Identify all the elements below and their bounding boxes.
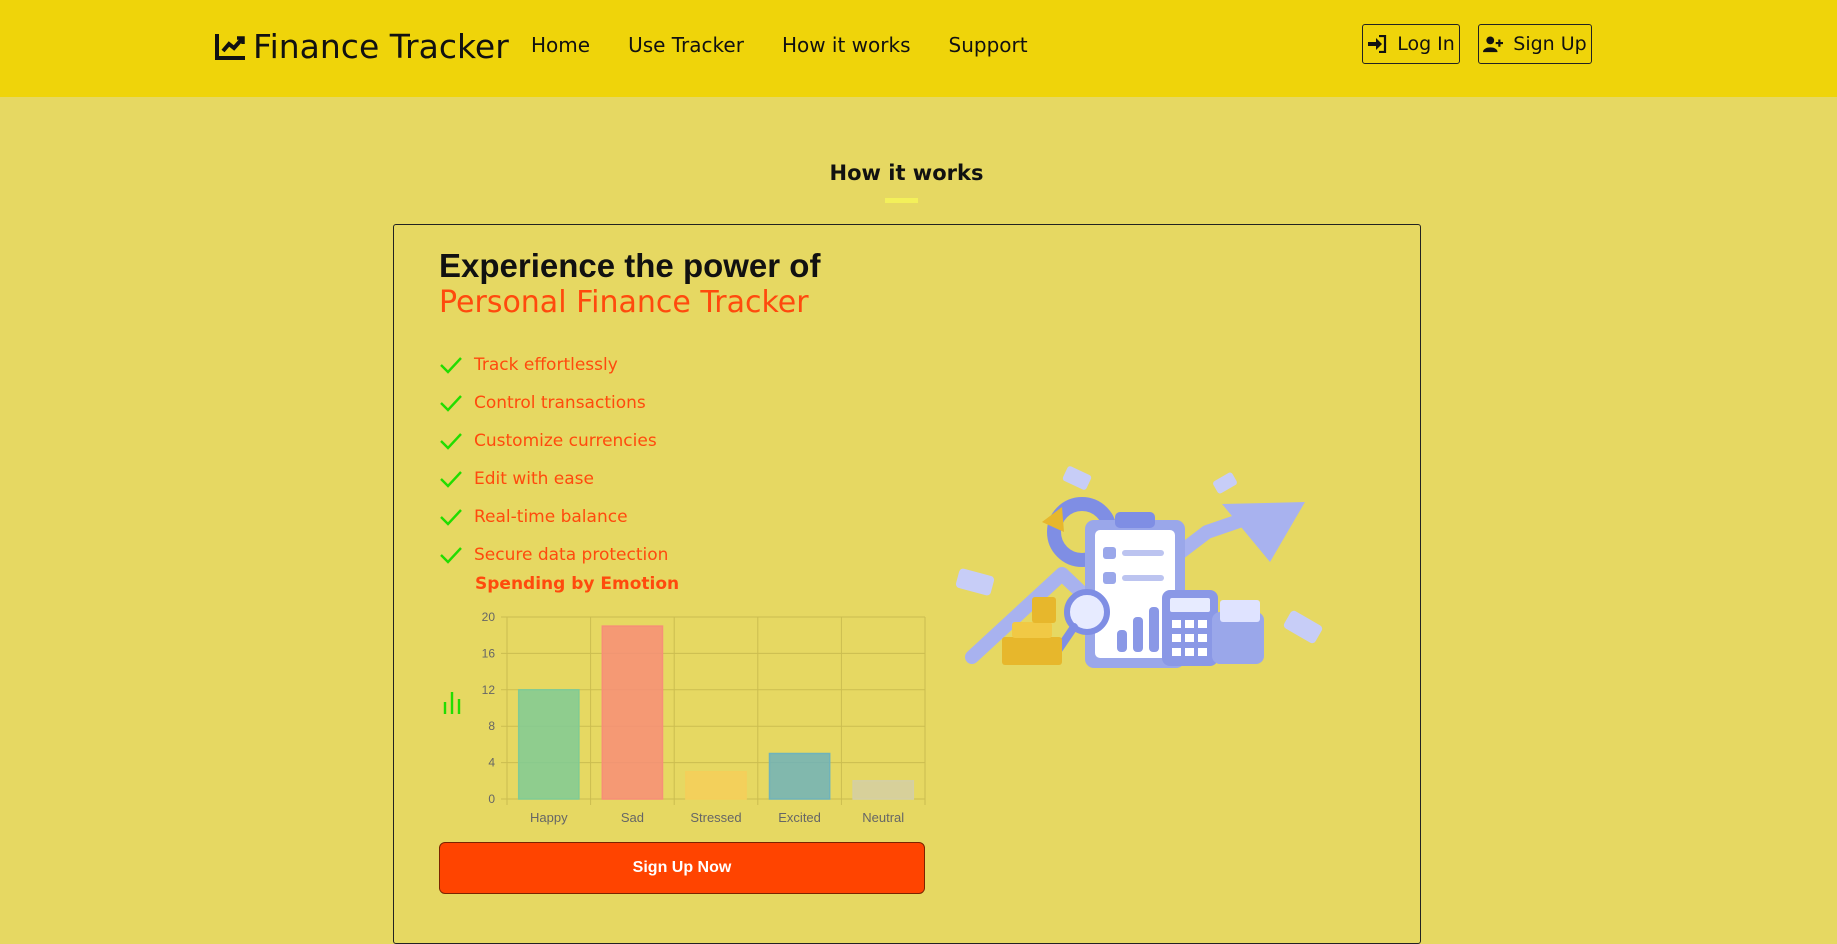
feature-item: Control transactions bbox=[439, 384, 668, 422]
x-tick-label: Excited bbox=[778, 810, 821, 825]
feature-item: Secure data protection bbox=[439, 536, 668, 574]
check-icon bbox=[440, 471, 462, 488]
finance-illustration bbox=[955, 466, 1323, 668]
y-tick-label: 20 bbox=[482, 610, 496, 624]
brand-logo[interactable]: Finance Tracker bbox=[215, 24, 509, 68]
login-label: Log In bbox=[1397, 33, 1455, 55]
line-chart-icon bbox=[215, 34, 245, 60]
nav-link-home[interactable]: Home bbox=[531, 33, 590, 57]
hero-headline: Experience the power of bbox=[439, 247, 821, 284]
feature-label: Secure data protection bbox=[474, 545, 669, 565]
sign-up-now-button[interactable]: Sign Up Now bbox=[439, 842, 925, 894]
bar-neutral bbox=[852, 780, 915, 800]
check-icon bbox=[440, 433, 462, 450]
bar-happy bbox=[517, 689, 580, 800]
section-title: How it works bbox=[829, 161, 984, 185]
login-button[interactable]: Log In bbox=[1362, 24, 1460, 64]
y-tick-label: 0 bbox=[488, 792, 495, 806]
check-icon bbox=[440, 395, 462, 412]
nav-link-how-it-works[interactable]: How it works bbox=[782, 33, 911, 57]
check-icon bbox=[440, 357, 462, 374]
y-tick-label: 12 bbox=[482, 683, 496, 697]
x-tick-label: Stressed bbox=[690, 810, 741, 825]
hero-accent-headline: Personal Finance Tracker bbox=[439, 285, 809, 320]
y-tick-label: 8 bbox=[488, 719, 495, 733]
title-underline bbox=[885, 198, 918, 203]
check-icon bbox=[440, 547, 462, 564]
nav-link-support[interactable]: Support bbox=[949, 33, 1028, 57]
sign-in-icon bbox=[1368, 35, 1387, 53]
feature-item: Real-time balance bbox=[439, 498, 668, 536]
signup-button[interactable]: Sign Up bbox=[1478, 24, 1592, 64]
top-navbar: Finance Tracker Home Use Tracker How it … bbox=[0, 0, 1837, 97]
feature-label: Track effortlessly bbox=[474, 355, 618, 375]
y-tick-label: 16 bbox=[482, 646, 496, 660]
feature-label: Edit with ease bbox=[474, 469, 594, 489]
bar-sad bbox=[601, 625, 664, 800]
brand-name: Finance Tracker bbox=[253, 26, 509, 66]
chart-title: Spending by Emotion bbox=[475, 574, 680, 594]
bar-excited bbox=[768, 752, 831, 800]
feature-label: Control transactions bbox=[474, 393, 646, 413]
user-plus-icon bbox=[1483, 36, 1504, 53]
feature-list: Track effortlessly Control transactions … bbox=[439, 346, 668, 574]
feature-item: Customize currencies bbox=[439, 422, 668, 460]
y-tick-label: 4 bbox=[488, 756, 495, 770]
feature-label: Real-time balance bbox=[474, 507, 628, 527]
x-tick-label: Happy bbox=[530, 810, 568, 825]
nav-link-use-tracker[interactable]: Use Tracker bbox=[628, 33, 744, 57]
nav-links: Home Use Tracker How it works Support bbox=[531, 33, 1066, 57]
feature-item: Track effortlessly bbox=[439, 346, 668, 384]
signup-label: Sign Up bbox=[1513, 33, 1587, 55]
spending-bar-chart: 0 4 8 12 16 20 Happy Sad Stressed Excited Neutral bbox=[482, 610, 926, 825]
feature-label: Customize currencies bbox=[474, 431, 657, 451]
bar-stressed bbox=[685, 770, 747, 800]
feature-item: Edit with ease bbox=[439, 460, 668, 498]
x-tick-label: Sad bbox=[621, 810, 644, 825]
bar-chart-icon bbox=[443, 692, 461, 714]
x-tick-label: Neutral bbox=[862, 810, 904, 825]
check-icon bbox=[440, 509, 462, 526]
